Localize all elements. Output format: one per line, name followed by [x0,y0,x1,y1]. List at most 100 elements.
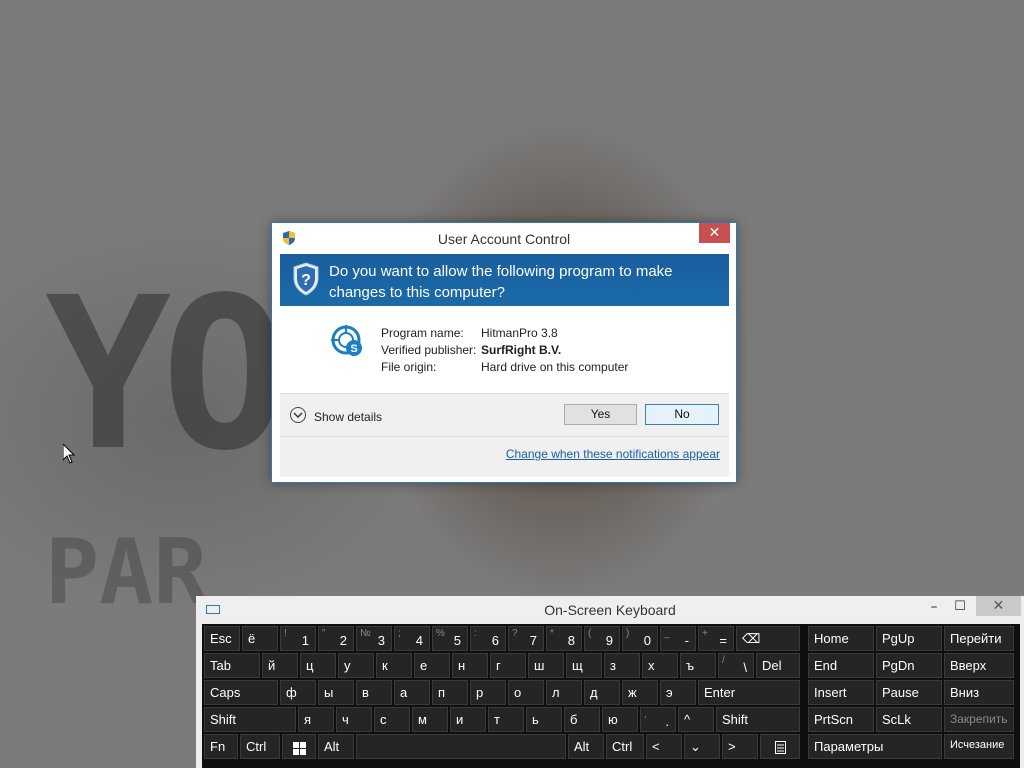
key-del[interactable]: Del [756,653,800,678]
file-origin-label: File origin: [381,360,437,374]
key-right-arrow[interactable]: > [722,734,758,759]
key-ts[interactable]: ц [300,653,336,678]
footer-divider [280,436,729,437]
uac-close-button[interactable]: ✕ [699,223,730,243]
key-options[interactable]: Параметры [808,734,942,759]
key-backspace[interactable]: ⌫ [736,626,800,651]
key-move-down[interactable]: Вниз [944,680,1014,705]
key-ya[interactable]: я [298,707,334,732]
yes-button[interactable]: Yes [564,404,637,425]
key-i[interactable]: и [450,707,486,732]
osk-title: On-Screen Keyboard [544,602,676,618]
key-navigate[interactable]: Перейти [944,626,1014,651]
key-up-arrow[interactable]: ^ [678,707,714,732]
key-enter[interactable]: Enter [698,680,800,705]
key-insert[interactable]: Insert [808,680,874,705]
mouse-cursor-icon [62,442,76,464]
key-n[interactable]: н [452,653,488,678]
key-8[interactable]: * 8 [546,626,582,651]
key-k[interactable]: к [376,653,412,678]
key-7[interactable]: ? 7 [508,626,544,651]
key-yu[interactable]: ю [602,707,638,732]
verified-publisher-value: SurfRight B.V. [481,343,562,357]
key-zh[interactable]: ж [622,680,658,705]
key-move-up[interactable]: Вверх [944,653,1014,678]
key-yo[interactable]: ё [242,626,278,651]
key-end[interactable]: End [808,653,874,678]
key-ctrl-right[interactable]: Ctrl [606,734,644,759]
key-period[interactable]: ,. [640,707,676,732]
key-space[interactable] [356,734,566,759]
show-details-label[interactable]: Show details [314,410,382,424]
key-e[interactable]: е [414,653,450,678]
key-hard-sign[interactable]: ъ [680,653,716,678]
key-y[interactable]: й [262,653,298,678]
key-alt-left[interactable]: Alt [318,734,354,759]
key-t[interactable]: т [488,707,524,732]
key-z[interactable]: з [604,653,640,678]
key-tab[interactable]: Tab [204,653,260,678]
key-ee[interactable]: э [660,680,696,705]
key-4[interactable]: ; 4 [394,626,430,651]
key-6[interactable]: :6 [470,626,506,651]
key-kh[interactable]: х [642,653,678,678]
key-p[interactable]: п [432,680,468,705]
key-3[interactable]: № 3 [356,626,392,651]
key-alt-right[interactable]: Alt [568,734,604,759]
key-l[interactable]: л [546,680,582,705]
key-home[interactable]: Home [808,626,874,651]
key-r[interactable]: р [470,680,506,705]
key-caps[interactable]: Caps [204,680,278,705]
key-shift-left[interactable]: Shift [204,707,296,732]
key-shch[interactable]: щ [566,653,602,678]
key-prtscn[interactable]: PrtScn [808,707,874,732]
osk-close-button[interactable]: ✕ [976,596,1021,616]
key-fn[interactable]: Fn [204,734,238,759]
key-g[interactable]: г [490,653,526,678]
key-soft-sign[interactable]: ь [526,707,562,732]
key-menu[interactable] [760,734,800,759]
key-pgdn[interactable]: PgDn [876,653,942,678]
key-9[interactable]: (9 [584,626,620,651]
key-b[interactable]: б [564,707,600,732]
key-m[interactable]: м [412,707,448,732]
no-button[interactable]: No [645,404,719,425]
minimize-button[interactable]: – [924,598,944,616]
key-yy[interactable]: ы [318,680,354,705]
key-down-arrow[interactable]: ⌄ [684,734,720,759]
key-windows[interactable] [282,734,316,759]
key-backslash[interactable]: / \ [718,653,754,678]
program-name-value: HitmanPro 3.8 [481,326,558,340]
key-sh[interactable]: ш [528,653,564,678]
key-o[interactable]: о [508,680,544,705]
key-dock[interactable]: Закрепить [944,707,1014,732]
keyboard-area: Esc ё ! 1 " 2 № 3 ; 4 % 5 :6 ? 7 * 8 (9 ) 0 _ - +… [202,624,1020,768]
key-u[interactable]: у [338,653,374,678]
show-details-toggle[interactable]: Show details [280,394,400,434]
key-f[interactable]: ф [280,680,316,705]
chevron-down-icon[interactable] [290,407,306,423]
key-ch[interactable]: ч [336,707,372,732]
key-v[interactable]: в [356,680,392,705]
maximize-button[interactable]: ☐ [950,598,970,616]
key-d[interactable]: д [584,680,620,705]
key-fade[interactable]: Исчезание [944,734,1014,759]
program-info-labels: Program name: Verified publisher: File o… [381,325,476,376]
key-sclk[interactable]: ScLk [876,707,942,732]
key-2[interactable]: " 2 [318,626,354,651]
key-s[interactable]: с [374,707,410,732]
change-notifications-link[interactable]: Change when these notifications appear [506,447,720,461]
key-equals[interactable]: + = [698,626,734,651]
key-1[interactable]: ! 1 [280,626,316,651]
svg-text:S: S [350,343,357,355]
key-5[interactable]: % 5 [432,626,468,651]
key-pgup[interactable]: PgUp [876,626,942,651]
key-esc[interactable]: Esc [204,626,240,651]
key-0[interactable]: ) 0 [622,626,658,651]
key-minus[interactable]: _ - [660,626,696,651]
key-ctrl-left[interactable]: Ctrl [240,734,280,759]
key-left-arrow[interactable]: < [646,734,682,759]
key-shift-right[interactable]: Shift [716,707,800,732]
key-a[interactable]: а [394,680,430,705]
key-pause[interactable]: Pause [876,680,942,705]
